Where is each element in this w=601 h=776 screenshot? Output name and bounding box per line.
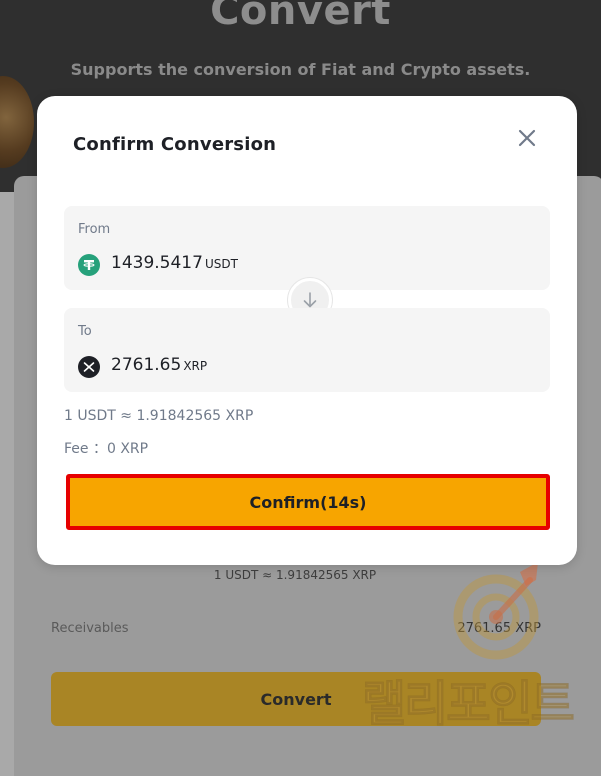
to-amount-row: 2761.65 XRP bbox=[78, 352, 208, 378]
receivables-label: Receivables bbox=[51, 621, 129, 636]
confirm-button[interactable]: Confirm(14s) bbox=[66, 474, 550, 530]
from-amount: 1439.5417 bbox=[111, 253, 203, 273]
from-amount-row: 1439.5417 USDT bbox=[78, 250, 238, 276]
receivables-value: 2761.65 XRP bbox=[457, 621, 541, 636]
page-subtitle: Supports the conversion of Fiat and Cryp… bbox=[70, 60, 531, 79]
coin-illustration bbox=[0, 76, 34, 168]
tether-icon bbox=[78, 254, 100, 276]
from-label: From bbox=[78, 222, 111, 237]
modal-title: Confirm Conversion bbox=[73, 134, 277, 155]
from-unit: USDT bbox=[204, 257, 238, 271]
confirm-conversion-modal: Confirm Conversion From 1439.5417 USDT T… bbox=[37, 96, 577, 565]
to-box: To 2761.65 XRP bbox=[64, 308, 550, 392]
fee-text: Fee ：0 XRP bbox=[64, 441, 149, 457]
convert-button[interactable]: Convert bbox=[51, 672, 541, 726]
close-icon bbox=[518, 129, 536, 147]
page-title: Convert bbox=[210, 0, 391, 34]
close-button[interactable] bbox=[513, 124, 541, 152]
to-amount: 2761.65 bbox=[111, 355, 182, 375]
background-rate-text: 1 USDT ≈ 1.91842565 XRP bbox=[213, 568, 377, 582]
exchange-rate-text: 1 USDT ≈ 1.91842565 XRP bbox=[64, 408, 254, 424]
xrp-icon bbox=[78, 356, 100, 378]
to-unit: XRP bbox=[183, 359, 208, 373]
to-label: To bbox=[78, 324, 92, 339]
